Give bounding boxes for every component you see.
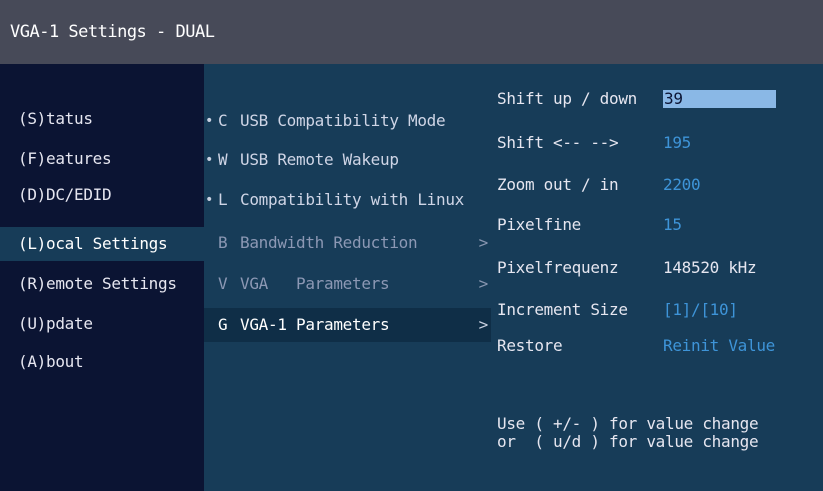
param-restore[interactable]: Restore Reinit Value [497, 331, 817, 361]
menu-item-ddc-edid[interactable]: (D)DC/EDID [0, 178, 204, 212]
param-increment-size[interactable]: Increment Size [1]/[10] [497, 295, 817, 325]
submenu-item-vga-parameters[interactable]: V VGA Parameters > [204, 267, 491, 301]
param-shift-left-right[interactable]: Shift <-- --> 195 [497, 128, 817, 158]
hotkey: V [218, 274, 228, 293]
hotkey: G [218, 315, 228, 334]
settings-window: VGA-1 Settings - DUAL (S)tatus (F)eature… [0, 0, 823, 491]
menu-item-local-settings[interactable]: (L)ocal Settings [0, 227, 204, 261]
param-value-editing[interactable]: 39 [663, 90, 776, 108]
menu-item-status[interactable]: (S)tatus [0, 102, 204, 136]
reinit-value-button[interactable]: Reinit Value [663, 331, 775, 361]
submenu-label: Bandwidth Reduction [240, 233, 418, 252]
submenu-item-linux-compatibility[interactable]: • L Compatibility with Linux [204, 183, 491, 217]
submenu-label: USB Compatibility Mode [240, 111, 446, 130]
param-value[interactable]: [1]/[10] [663, 295, 738, 325]
window-title: VGA-1 Settings - DUAL [0, 0, 823, 64]
help-line: or ( u/d ) for value change [497, 432, 759, 451]
hotkey: L [218, 190, 228, 209]
hotkey: W [218, 150, 228, 169]
chevron-right-icon: > [478, 274, 489, 293]
param-label: Zoom out / in [497, 175, 619, 194]
param-shift-up-down[interactable]: Shift up / down 39 [497, 84, 817, 114]
param-value[interactable]: 2200 [663, 170, 701, 200]
local-settings-menu: • C USB Compatibility Mode • W USB Remot… [204, 64, 491, 491]
chevron-right-icon: > [478, 315, 489, 334]
menu-item-update[interactable]: (U)pdate [0, 307, 204, 341]
submenu-item-usb-remote-wakeup[interactable]: • W USB Remote Wakeup [204, 143, 491, 177]
menu-item-features[interactable]: (F)eatures [0, 142, 204, 176]
param-label: Shift <-- --> [497, 133, 619, 152]
param-pixelfine[interactable]: Pixelfine 15 [497, 210, 817, 240]
submenu-label: VGA-1 Parameters [240, 315, 390, 334]
vga1-parameters-panel: Shift up / down 39 Shift <-- --> 195 Zoo… [491, 64, 823, 491]
param-value[interactable]: 15 [663, 210, 682, 240]
menu-item-about[interactable]: (A)bout [0, 345, 204, 379]
submenu-label: USB Remote Wakeup [240, 150, 399, 169]
submenu-item-bandwidth-reduction[interactable]: B Bandwidth Reduction > [204, 226, 491, 260]
hotkey: C [218, 111, 228, 130]
param-value-readonly: 148520 kHz [663, 258, 757, 277]
param-pixelfrequenz: Pixelfrequenz 148520 kHz [497, 253, 817, 283]
param-value[interactable]: 195 [663, 128, 691, 158]
submenu-label: Compatibility with Linux [240, 190, 464, 209]
enabled-bullet-icon: • [205, 152, 214, 168]
main-menu: (S)tatus (F)eatures (D)DC/EDID (L)ocal S… [0, 64, 204, 491]
param-label: Increment Size [497, 300, 628, 319]
chevron-right-icon: > [478, 233, 489, 252]
param-label: Restore [497, 336, 563, 355]
enabled-bullet-icon: • [205, 192, 214, 208]
param-label: Pixelfrequenz [497, 258, 619, 277]
param-label: Pixelfine [497, 215, 581, 234]
submenu-label: VGA Parameters [240, 274, 390, 293]
help-text: Use ( +/- ) for value change or ( u/d ) … [497, 415, 817, 451]
param-zoom[interactable]: Zoom out / in 2200 [497, 170, 817, 200]
enabled-bullet-icon: • [205, 113, 214, 129]
submenu-item-vga1-parameters[interactable]: G VGA-1 Parameters > [204, 308, 491, 342]
help-line: Use ( +/- ) for value change [497, 414, 759, 433]
param-label: Shift up / down [497, 89, 637, 108]
hotkey: B [218, 233, 228, 252]
submenu-item-usb-compatibility[interactable]: • C USB Compatibility Mode [204, 104, 491, 138]
menu-item-remote-settings[interactable]: (R)emote Settings [0, 267, 204, 301]
